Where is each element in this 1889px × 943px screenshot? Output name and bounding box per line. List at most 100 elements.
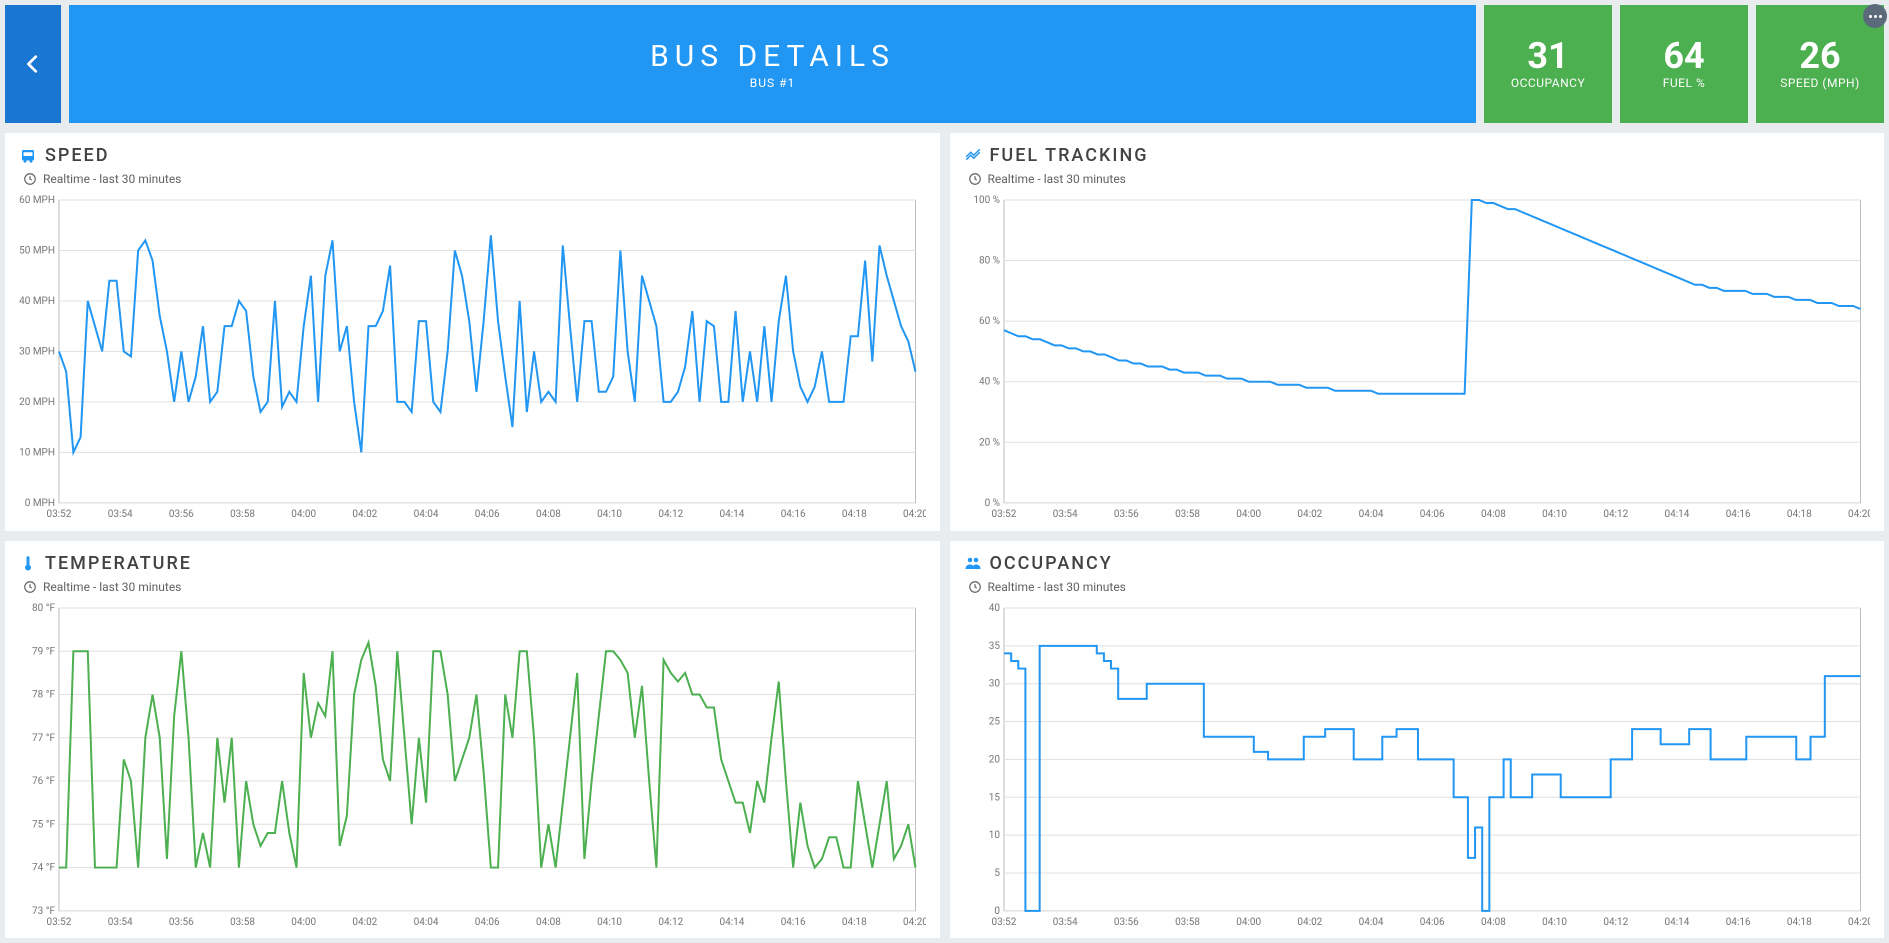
svg-text:03:52: 03:52 — [47, 509, 72, 520]
panel-title-text: SPEED — [45, 145, 109, 166]
svg-text:03:56: 03:56 — [1113, 509, 1138, 520]
svg-text:03:52: 03:52 — [991, 509, 1016, 520]
people-icon — [964, 554, 982, 572]
svg-text:30: 30 — [988, 678, 1000, 689]
svg-text:04:06: 04:06 — [475, 916, 500, 927]
clock-icon — [23, 580, 37, 594]
chevron-left-icon — [22, 53, 44, 75]
stat-card-fuel: 64 FUEL % — [1620, 5, 1748, 123]
back-button[interactable] — [5, 5, 61, 123]
svg-text:25: 25 — [988, 716, 1000, 727]
svg-text:40: 40 — [988, 602, 1000, 613]
svg-text:15: 15 — [988, 792, 1000, 803]
bus-icon — [19, 147, 37, 165]
panel-title-text: FUEL TRACKING — [990, 145, 1149, 166]
panel-subtitle-text: Realtime - last 30 minutes — [988, 172, 1126, 186]
svg-text:03:56: 03:56 — [169, 916, 194, 927]
svg-text:79 °F: 79 °F — [32, 646, 55, 657]
svg-text:04:10: 04:10 — [597, 916, 622, 927]
svg-text:04:04: 04:04 — [414, 916, 439, 927]
page-title: BUS DETAILS — [650, 39, 895, 74]
panel-subtitle-row: Realtime - last 30 minutes — [23, 172, 926, 186]
panel-title-row: TEMPERATURE — [19, 553, 926, 574]
svg-text:04:18: 04:18 — [1786, 509, 1811, 520]
panel-subtitle-row: Realtime - last 30 minutes — [23, 580, 926, 594]
svg-text:04:20: 04:20 — [1848, 916, 1870, 927]
svg-text:40 MPH: 40 MPH — [19, 296, 55, 307]
svg-text:50 MPH: 50 MPH — [19, 245, 55, 256]
panel-occupancy: OCCUPANCY Realtime - last 30 minutes 0 5 1… — [950, 541, 1885, 939]
chart-fuel: 0 %20 %40 %60 %80 %100 %03:5203:5403:560… — [964, 194, 1871, 523]
panel-speed: SPEED Realtime - last 30 minutes 0 MPH 10… — [5, 133, 940, 531]
svg-text:04:04: 04:04 — [1358, 509, 1383, 520]
svg-text:04:02: 04:02 — [352, 509, 377, 520]
svg-text:74 °F: 74 °F — [32, 862, 55, 873]
svg-text:75 °F: 75 °F — [32, 819, 55, 830]
svg-text:80 %: 80 % — [978, 256, 999, 267]
svg-text:20 %: 20 % — [978, 437, 999, 448]
svg-text:04:04: 04:04 — [414, 509, 439, 520]
svg-text:04:12: 04:12 — [1603, 509, 1628, 520]
svg-text:03:58: 03:58 — [230, 916, 255, 927]
svg-text:04:00: 04:00 — [291, 916, 316, 927]
svg-text:04:16: 04:16 — [781, 509, 806, 520]
stat-card-occupancy: 31 OCCUPANCY — [1484, 5, 1612, 123]
svg-text:76 °F: 76 °F — [32, 776, 55, 787]
svg-text:04:02: 04:02 — [1297, 509, 1322, 520]
overflow-menu-button[interactable] — [1863, 4, 1887, 28]
svg-text:0 %: 0 % — [984, 498, 999, 509]
svg-text:03:58: 03:58 — [230, 509, 255, 520]
svg-text:40 %: 40 % — [978, 377, 999, 388]
svg-text:03:52: 03:52 — [47, 916, 72, 927]
svg-text:03:58: 03:58 — [1175, 916, 1200, 927]
svg-text:04:16: 04:16 — [781, 916, 806, 927]
svg-text:04:08: 04:08 — [536, 509, 561, 520]
svg-text:04:12: 04:12 — [658, 509, 683, 520]
title-block: BUS DETAILS BUS #1 — [69, 5, 1476, 123]
svg-text:03:54: 03:54 — [108, 916, 133, 927]
svg-text:20 MPH: 20 MPH — [19, 397, 55, 408]
svg-text:04:20: 04:20 — [903, 509, 925, 520]
stat-label: SPEED (MPH) — [1780, 76, 1860, 90]
chart-speed: 0 MPH10 MPH20 MPH30 MPH40 MPH50 MPH60 MP… — [19, 194, 926, 523]
svg-text:04:10: 04:10 — [1542, 916, 1567, 927]
thermometer-icon — [19, 554, 37, 572]
panel-title-text: OCCUPANCY — [990, 553, 1113, 574]
stat-value: 31 — [1527, 38, 1568, 74]
header: BUS DETAILS BUS #1 31 OCCUPANCY 64 FUEL … — [0, 0, 1889, 128]
svg-text:5: 5 — [994, 867, 1000, 878]
svg-text:20: 20 — [988, 754, 1000, 765]
svg-text:04:14: 04:14 — [720, 509, 745, 520]
svg-text:04:18: 04:18 — [1786, 916, 1811, 927]
svg-text:78 °F: 78 °F — [32, 689, 55, 700]
svg-text:04:04: 04:04 — [1358, 916, 1383, 927]
svg-text:03:56: 03:56 — [1113, 916, 1138, 927]
panel-title-row: OCCUPANCY — [964, 553, 1871, 574]
svg-text:04:08: 04:08 — [536, 916, 561, 927]
chart-temperature: 73 °F74 °F75 °F76 °F77 °F78 °F79 °F80 °F… — [19, 602, 926, 931]
svg-text:04:10: 04:10 — [597, 509, 622, 520]
svg-text:04:06: 04:06 — [475, 509, 500, 520]
chart-grid: SPEED Realtime - last 30 minutes 0 MPH 10… — [0, 128, 1889, 943]
svg-text:03:56: 03:56 — [169, 509, 194, 520]
panel-subtitle-text: Realtime - last 30 minutes — [988, 580, 1126, 594]
svg-text:100 %: 100 % — [973, 195, 1000, 206]
stat-label: OCCUPANCY — [1511, 76, 1585, 90]
svg-text:04:18: 04:18 — [842, 509, 867, 520]
clock-icon — [968, 580, 982, 594]
svg-text:10 MPH: 10 MPH — [19, 447, 55, 458]
svg-text:0 MPH: 0 MPH — [25, 498, 55, 509]
svg-text:73 °F: 73 °F — [32, 905, 55, 916]
page-subtitle: BUS #1 — [750, 76, 796, 90]
chart-occupancy: 051015202530354003:5203:5403:5603:5804:0… — [964, 602, 1871, 931]
svg-text:04:00: 04:00 — [1236, 916, 1261, 927]
svg-text:0: 0 — [994, 905, 1000, 916]
panel-temperature: TEMPERATURE Realtime - last 30 minutes 7… — [5, 541, 940, 939]
panel-fuel: FUEL TRACKING Realtime - last 30 minutes… — [950, 133, 1885, 531]
svg-text:04:06: 04:06 — [1419, 509, 1444, 520]
svg-text:04:16: 04:16 — [1725, 916, 1750, 927]
panel-subtitle-row: Realtime - last 30 minutes — [968, 580, 1871, 594]
svg-text:03:54: 03:54 — [1052, 509, 1077, 520]
svg-text:04:14: 04:14 — [720, 916, 745, 927]
clock-icon — [23, 172, 37, 186]
